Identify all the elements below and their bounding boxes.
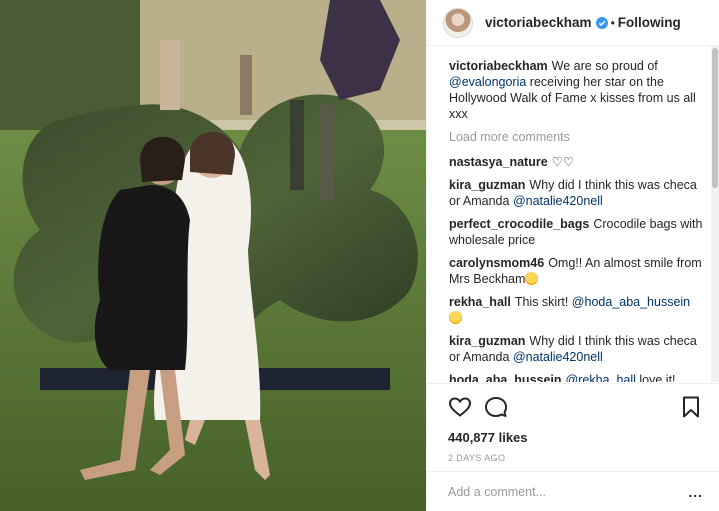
avatar[interactable] <box>443 7 473 38</box>
add-comment-input[interactable] <box>448 484 689 499</box>
likes-count[interactable]: 440,877 likes <box>448 430 703 445</box>
smile-emoji-icon <box>449 311 462 324</box>
comment-mention[interactable]: @rekha_hall <box>566 373 636 382</box>
comment-username[interactable]: hoda_aba_hussein <box>449 373 562 382</box>
action-icons <box>448 394 703 420</box>
comment-username[interactable]: kira_guzman <box>449 334 525 348</box>
comment-mention[interactable]: @natalie420nell <box>513 194 603 208</box>
separator-dot: • <box>610 15 615 30</box>
comment-username[interactable]: rekha_hall <box>449 295 511 309</box>
comment-mention[interactable]: @natalie420nell <box>513 350 603 364</box>
heart-icon[interactable] <box>448 395 472 419</box>
comment-username[interactable]: nastasya_nature <box>449 155 548 169</box>
post-photo[interactable] <box>0 0 426 511</box>
caption-username[interactable]: victoriabeckham <box>449 59 548 73</box>
comments-list: victoriabeckham We are so proud of @evalo… <box>427 46 719 382</box>
comment-item: nastasya_nature ♡♡ <box>449 154 703 170</box>
comment-item: perfect_crocodile_bags Crocodile bags wit… <box>449 216 703 248</box>
caption: victoriabeckham We are so proud of @evalo… <box>449 58 703 122</box>
comment-item: hoda_aba_hussein@rekha_hall love it! Vic… <box>449 372 703 382</box>
bookmark-icon[interactable] <box>679 395 703 419</box>
verified-icon <box>595 16 608 29</box>
comment-icon[interactable] <box>484 395 508 419</box>
photo-image <box>0 0 426 511</box>
comment-username[interactable]: perfect_crocodile_bags <box>449 217 589 231</box>
post-header: victoriabeckham • Following <box>427 0 719 46</box>
following-button[interactable]: Following <box>618 15 681 30</box>
post-detail-panel: victoriabeckham • Following victoriabeck… <box>426 0 719 511</box>
comments-scroll-thumb[interactable] <box>712 48 718 188</box>
caption-mention[interactable]: @evalongoria <box>449 75 526 89</box>
caption-text: We are so proud of <box>551 59 658 73</box>
comment-text: ♡♡ <box>551 155 575 169</box>
comment-mention[interactable]: @hoda_aba_hussein <box>572 295 690 309</box>
post-actions: 440,877 likes 2 DAYS AGO <box>427 383 719 463</box>
comment-item: kira_guzman Why did I think this was chec… <box>449 333 703 365</box>
comment-text: This skirt! <box>514 295 572 309</box>
comment-item: kira_guzman Why did I think this was chec… <box>449 177 703 209</box>
post-timestamp[interactable]: 2 DAYS AGO <box>448 453 703 463</box>
comment-username[interactable]: carolynsmom46 <box>449 256 544 270</box>
smile-emoji-icon <box>525 272 539 285</box>
add-comment-bar: ... <box>427 471 719 511</box>
author-username[interactable]: victoriabeckham <box>485 15 592 30</box>
comment-item: rekha_hall This skirt! @hoda_aba_hussein <box>449 294 703 326</box>
load-more-comments-link[interactable]: Load more comments <box>449 130 703 144</box>
comment-username[interactable]: kira_guzman <box>449 178 525 192</box>
comment-item: carolynsmom46 Omg!! An almost smile from … <box>449 255 703 287</box>
more-options-button[interactable]: ... <box>688 484 703 500</box>
